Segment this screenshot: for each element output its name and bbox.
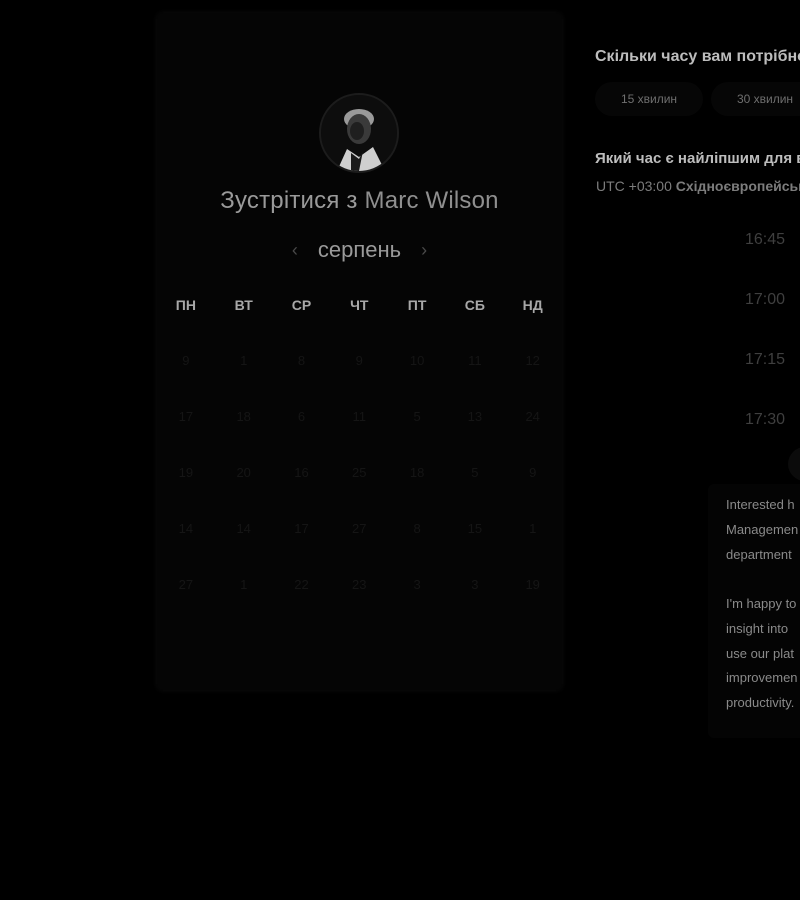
calendar-day[interactable]: 1 bbox=[504, 517, 562, 573]
month-label: серпень bbox=[317, 237, 402, 262]
calendar-day[interactable]: 23 bbox=[330, 573, 388, 629]
host-title: Зустрітися з Marc Wilson bbox=[157, 187, 562, 215]
description-line: department bbox=[726, 546, 792, 562]
calendar-day[interactable]: 8 bbox=[388, 517, 446, 573]
duration-option-15[interactable]: 15 хвилин bbox=[595, 82, 703, 116]
calendar-day[interactable]: 11 bbox=[446, 349, 504, 405]
title-prefix: Зустрітися з bbox=[220, 187, 358, 214]
host-portrait bbox=[321, 95, 397, 171]
calendar-day[interactable]: 18 bbox=[215, 405, 273, 461]
weekday-label: ВТ bbox=[234, 297, 253, 313]
calendar-day[interactable]: 1 bbox=[215, 349, 273, 405]
time-slot[interactable]: 17:30 bbox=[705, 390, 800, 450]
duration-question: Скільки часу вам потрібно? bbox=[595, 48, 800, 65]
calendar-day[interactable]: 27 bbox=[157, 573, 215, 629]
host-avatar bbox=[319, 93, 399, 173]
time-slot[interactable]: 17:15 bbox=[705, 330, 800, 390]
calendar-day[interactable]: 13 bbox=[446, 405, 504, 461]
description-line: improvemen bbox=[726, 670, 798, 686]
calendar-day[interactable]: 24 bbox=[504, 405, 562, 461]
host-name: Marc Wilson bbox=[364, 187, 499, 214]
description-line: Managemen bbox=[726, 521, 799, 537]
calendar-day[interactable]: 9 bbox=[504, 461, 562, 517]
weekday-label: НД bbox=[522, 297, 543, 313]
weekday-label: СБ bbox=[464, 297, 485, 313]
description-paragraph-1: Interested h Managemen department bbox=[726, 493, 800, 567]
more-times-button[interactable] bbox=[788, 447, 800, 481]
time-slot-list: 16:45 17:00 17:15 17:30 bbox=[705, 210, 800, 450]
calendar-day[interactable]: 14 bbox=[157, 517, 215, 573]
calendar-day[interactable]: 17 bbox=[157, 405, 215, 461]
booking-panel: Скільки часу вам потрібно? 15 хвилин 30 … bbox=[595, 0, 800, 900]
description-paragraph-2: I'm happy to insight into use our plat i… bbox=[726, 592, 800, 716]
calendar-day[interactable]: 8 bbox=[273, 349, 331, 405]
time-slot[interactable]: 16:45 bbox=[705, 210, 800, 270]
calendar-day[interactable]: 25 bbox=[330, 461, 388, 517]
duration-options: 15 хвилин 30 хвилин bbox=[595, 82, 800, 116]
description-line: use our plat bbox=[726, 645, 794, 661]
calendar-day[interactable]: 3 bbox=[446, 573, 504, 629]
calendar-day[interactable]: 5 bbox=[446, 461, 504, 517]
calendar-day[interactable]: 3 bbox=[388, 573, 446, 629]
weekday-label: ПТ bbox=[407, 297, 427, 313]
calendar-day[interactable]: 11 bbox=[330, 405, 388, 461]
description-line: Interested h bbox=[726, 497, 795, 512]
calendar-day[interactable]: 9 bbox=[157, 349, 215, 405]
calendar-day[interactable]: 9 bbox=[330, 349, 388, 405]
calendar-day[interactable]: 1 bbox=[215, 573, 273, 629]
duration-option-30[interactable]: 30 хвилин bbox=[711, 82, 800, 116]
calendar-day[interactable]: 14 bbox=[215, 517, 273, 573]
calendar-day[interactable]: 16 bbox=[273, 461, 331, 517]
description-line: productivity. bbox=[726, 695, 795, 711]
description-line: I'm happy to bbox=[726, 596, 797, 611]
timezone-offset: UTC +03:00 bbox=[596, 178, 672, 194]
calendar-day[interactable]: 17 bbox=[273, 517, 331, 573]
calendar-day[interactable]: 19 bbox=[157, 461, 215, 517]
calendar-day[interactable]: 5 bbox=[388, 405, 446, 461]
weekday-label: ПН bbox=[175, 297, 196, 313]
weekday-header: ПН ВТ СР ЧТ ПТ СБ НД bbox=[157, 297, 562, 313]
calendar-day[interactable]: 19 bbox=[504, 573, 562, 629]
calendar-day[interactable]: 22 bbox=[273, 573, 331, 629]
calendar-day[interactable]: 12 bbox=[504, 349, 562, 405]
month-navigation: ‹ серпень › bbox=[157, 235, 562, 265]
time-question: Який час є найліпшим для вас? bbox=[595, 150, 800, 167]
next-month-chevron-icon[interactable]: › bbox=[415, 240, 433, 261]
weekday-label: СР bbox=[291, 297, 312, 313]
timezone-name: Східноєвропейський час bbox=[675, 178, 800, 194]
calendar-days-grid: 9 1 8 9 10 11 12 17 18 6 11 5 13 24 19 20 16 25 18 5 9 14 14 17… bbox=[157, 349, 562, 629]
scheduler-calendar-card: Зустрітися з Marc Wilson ‹ серпень › ПН … bbox=[157, 13, 562, 690]
calendar-day[interactable]: 27 bbox=[330, 517, 388, 573]
time-slot[interactable]: 17:00 bbox=[705, 270, 800, 330]
weekday-label: ЧТ bbox=[350, 297, 369, 313]
prev-month-chevron-icon[interactable]: ‹ bbox=[286, 240, 304, 261]
timezone-label: UTC +03:00 Східноєвропейський час bbox=[596, 178, 800, 194]
description-line: insight into bbox=[726, 620, 789, 636]
calendar-day[interactable]: 10 bbox=[388, 349, 446, 405]
calendar-day[interactable]: 6 bbox=[273, 405, 331, 461]
calendar-day[interactable]: 18 bbox=[388, 461, 446, 517]
calendar-day[interactable]: 20 bbox=[215, 461, 273, 517]
calendar-day[interactable]: 15 bbox=[446, 517, 504, 573]
